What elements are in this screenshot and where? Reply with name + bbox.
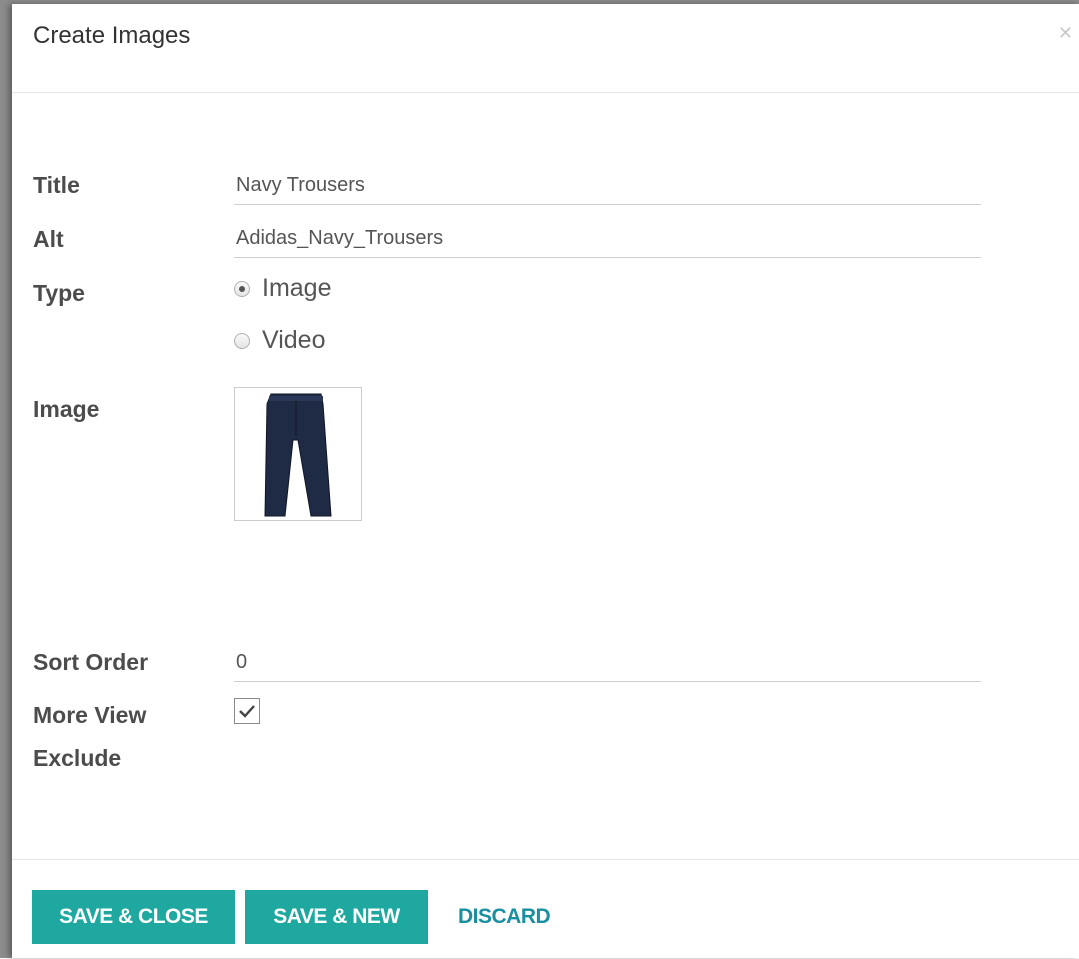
type-label: Type [33, 280, 85, 306]
type-option-image-label: Image [262, 274, 332, 302]
dialog-title: Create Images [33, 22, 191, 49]
close-icon[interactable]: ✕ [1058, 24, 1073, 42]
save-new-button[interactable]: SAVE & NEW [245, 890, 428, 944]
save-close-button[interactable]: SAVE & CLOSE [32, 890, 235, 944]
radio-image[interactable] [234, 280, 250, 297]
more-view-exclude-label-line1: More View [33, 702, 147, 728]
radio-video[interactable] [234, 332, 250, 349]
alt-field[interactable]: Adidas_Navy_Trousers [234, 218, 981, 258]
image-upload[interactable] [234, 387, 362, 521]
type-option-image[interactable]: Image [234, 274, 331, 303]
sort-order-label: Sort Order [33, 649, 149, 675]
sort-order-field[interactable]: 0 [234, 642, 981, 682]
alt-label: Alt [33, 226, 64, 252]
trousers-image [264, 393, 332, 517]
title-field[interactable]: Navy Trousers [234, 165, 981, 205]
modal-header: Create Images ✕ [12, 4, 1079, 93]
type-option-video[interactable]: Video [234, 326, 326, 355]
more-view-exclude-checkbox[interactable] [234, 698, 260, 724]
discard-button[interactable]: DISCARD [458, 890, 551, 944]
checkmark-icon [239, 705, 255, 718]
title-label: Title [33, 172, 80, 198]
image-label: Image [33, 396, 100, 422]
more-view-exclude-label-line2: Exclude [33, 745, 122, 771]
type-option-video-label: Video [262, 326, 326, 354]
create-images-dialog: Create Images ✕ Title Navy Trousers Alt … [12, 4, 1079, 958]
